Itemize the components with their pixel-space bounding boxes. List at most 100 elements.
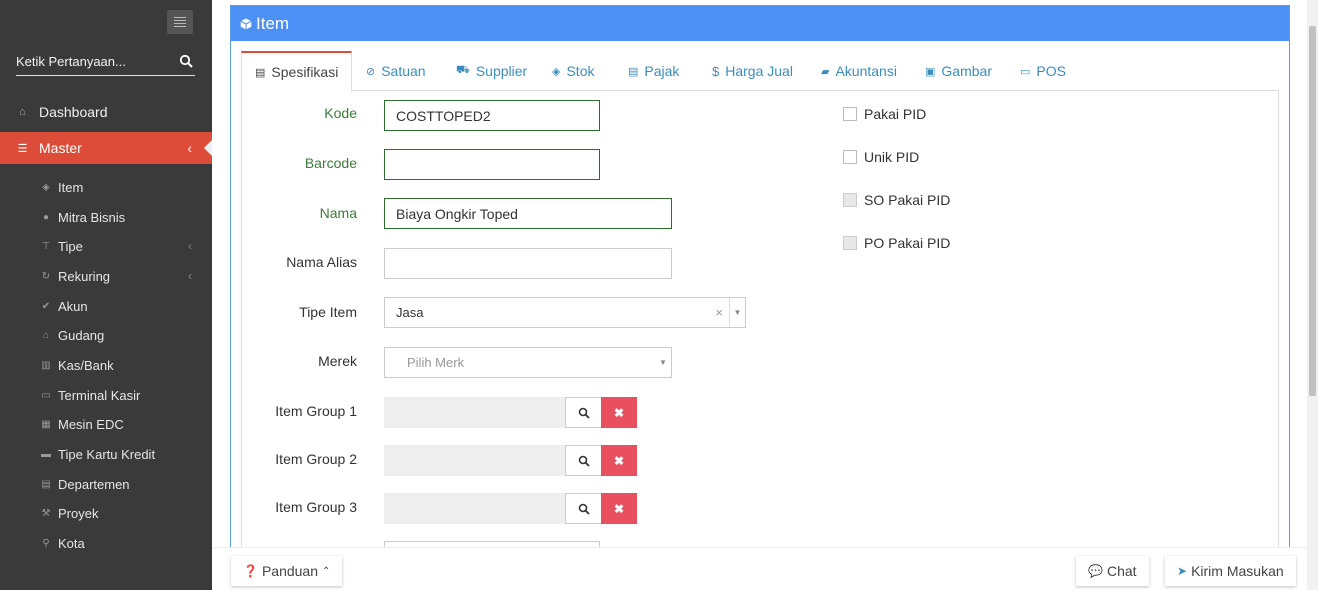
bank-icon: ▥ — [41, 359, 51, 371]
sidebar-item-gudang[interactable]: ⌂ Gudang — [0, 322, 212, 348]
tab-label: POS — [1036, 63, 1066, 79]
po-pakai-pid-checkbox[interactable]: PO Pakai PID — [843, 235, 950, 251]
sidebar-item-dashboard[interactable]: ⌂ Dashboard — [0, 96, 212, 128]
pakai-pid-label: Pakai PID — [864, 106, 927, 122]
close-icon: ✖ — [613, 453, 625, 468]
sidebar-item-label: Mesin EDC — [58, 416, 124, 432]
so-pakai-pid-label: SO Pakai PID — [864, 192, 951, 208]
item-group-3-clear-button[interactable]: ✖ — [601, 493, 637, 524]
nama-alias-input[interactable] — [384, 248, 672, 279]
map-marker-icon: ⚲ — [42, 537, 50, 549]
checkbox[interactable] — [843, 107, 857, 121]
scrollbar-thumb[interactable] — [1309, 26, 1316, 396]
item-group-1-clear-button[interactable]: ✖ — [601, 397, 637, 428]
barcode-label: Barcode — [304, 155, 357, 171]
tab-supplier[interactable]: ⛟ Supplier — [456, 51, 527, 91]
kirim-masukan-button[interactable]: ➤ Kirim Masukan — [1165, 556, 1296, 586]
item-group-3-input[interactable] — [384, 493, 566, 524]
truck-icon: ⛟ — [456, 64, 470, 76]
sidebar: Ketik Pertanyaan... ⌂ Dashboard ☰ Master… — [0, 0, 212, 590]
item-group-1-input[interactable] — [384, 397, 566, 428]
tab-pos[interactable]: ▭ POS — [1020, 51, 1066, 91]
sidebar-item-mitra-bisnis[interactable]: ● Mitra Bisnis — [0, 204, 212, 230]
home-icon: ⌂ — [19, 106, 26, 118]
sidebar-item-proyek[interactable]: ⚒ Proyek — [0, 500, 212, 526]
sidebar-item-label: Dashboard — [39, 104, 108, 120]
checkbox[interactable] — [843, 150, 857, 164]
item-group-1-label: Item Group 1 — [275, 403, 357, 419]
sidebar-item-terminal-kasir[interactable]: ▭ Terminal Kasir — [0, 382, 212, 408]
item-group-2-search-button[interactable] — [565, 445, 602, 476]
sidebar-item-label: Rekuring — [58, 268, 111, 284]
item-group-2-input[interactable] — [384, 445, 566, 476]
menu-toggle-button[interactable] — [167, 10, 193, 34]
sidebar-item-master[interactable]: ☰ Master ‹ — [0, 132, 212, 164]
item-group-2-clear-button[interactable]: ✖ — [601, 445, 637, 476]
dollar-icon: $ — [712, 63, 720, 79]
sitemap-icon: ⊤ — [41, 240, 51, 252]
unik-pid-checkbox[interactable]: Unik PID — [843, 149, 919, 165]
gavel-icon: ⚒ — [41, 507, 51, 519]
barcode-input[interactable] — [384, 149, 600, 180]
tab-satuan[interactable]: ⊘ Satuan — [366, 51, 426, 91]
cube-icon: ◈ — [552, 65, 561, 78]
sidebar-item-kas-bank[interactable]: ▥ Kas/Bank — [0, 352, 212, 378]
paper-plane-icon: ➤ — [1177, 564, 1188, 578]
checkbox[interactable] — [843, 193, 857, 207]
chat-button[interactable]: 💬 Chat — [1076, 556, 1149, 586]
tab-stok[interactable]: ◈ Stok — [552, 51, 594, 91]
clear-icon[interactable]: × — [715, 305, 723, 320]
sidebar-item-akun[interactable]: ✔ Akun — [0, 293, 212, 319]
search-icon[interactable] — [179, 54, 193, 68]
book-icon: ▰ — [821, 65, 830, 78]
scrollbar[interactable] — [1307, 0, 1318, 590]
checkbox[interactable] — [843, 236, 857, 250]
tab-pajak[interactable]: ▤ Pajak — [628, 51, 679, 91]
chat-icon: 💬 — [1088, 564, 1103, 578]
tipe-item-label: Tipe Item — [299, 304, 357, 320]
users-icon: ● — [42, 211, 50, 223]
building-icon: ▤ — [41, 478, 51, 490]
sidebar-item-tipe-kartu-kredit[interactable]: ▬ Tipe Kartu Kredit — [0, 441, 212, 467]
cube-icon: ◈ — [42, 181, 50, 193]
sidebar-item-mesin-edc[interactable]: ▦ Mesin EDC — [0, 411, 212, 437]
chevron-down-icon[interactable]: ▼ — [655, 348, 671, 377]
sidebar-item-rekuring[interactable]: ↻ Rekuring ‹ — [0, 263, 212, 289]
so-pakai-pid-checkbox[interactable]: SO Pakai PID — [843, 192, 950, 208]
tab-gambar[interactable]: ▣ Gambar — [925, 51, 992, 91]
sidebar-item-label: Mitra Bisnis — [58, 209, 126, 225]
item-group-2-label: Item Group 2 — [275, 451, 357, 467]
kirim-masukan-label: Kirim Masukan — [1191, 563, 1284, 579]
item-group-1-search-button[interactable] — [565, 397, 602, 428]
tab-akuntansi[interactable]: ▰ Akuntansi — [821, 51, 897, 91]
check-icon: ✔ — [41, 300, 51, 312]
sidebar-item-item[interactable]: ◈ Item — [0, 174, 212, 200]
search-input[interactable]: Ketik Pertanyaan... — [16, 54, 126, 69]
chevron-up-icon: ⌃ — [322, 565, 331, 577]
tipe-item-select[interactable]: Jasa × ▼ — [384, 297, 746, 328]
sidebar-search[interactable]: Ketik Pertanyaan... — [16, 52, 195, 76]
tab-label: Spesifikasi — [271, 64, 339, 80]
pakai-pid-checkbox[interactable]: Pakai PID — [843, 106, 926, 122]
search-icon — [578, 455, 590, 467]
nama-input[interactable]: Biaya Ongkir Toped — [384, 198, 672, 229]
tab-spesifikasi[interactable]: ▤ Spesifikasi — [241, 51, 353, 92]
list-icon: ▤ — [255, 66, 266, 79]
sidebar-item-departemen[interactable]: ▤ Departemen — [0, 471, 212, 497]
desktop-icon: ▭ — [41, 389, 51, 401]
kode-input[interactable]: COSTTOPED2 — [384, 100, 600, 131]
panduan-button[interactable]: ❓ Panduan ⌃ — [231, 556, 343, 586]
po-pakai-pid-label: PO Pakai PID — [864, 235, 951, 251]
merek-select[interactable]: Pilih Merk ▼ — [384, 347, 672, 378]
tab-harga-jual[interactable]: $ Harga Jual — [712, 51, 793, 91]
chevron-left-icon: ‹ — [188, 239, 192, 253]
sidebar-item-tipe[interactable]: ⊤ Tipe ‹ — [0, 233, 212, 259]
unik-pid-label: Unik PID — [864, 149, 920, 165]
item-group-3-search-button[interactable] — [565, 493, 602, 524]
search-icon — [578, 407, 590, 419]
database-icon: ☰ — [17, 142, 28, 155]
chevron-down-icon[interactable]: ▼ — [729, 298, 745, 327]
image-icon: ▣ — [925, 65, 936, 78]
item-group-3-label: Item Group 3 — [275, 499, 357, 515]
sidebar-item-kota[interactable]: ⚲ Kota — [0, 530, 212, 556]
